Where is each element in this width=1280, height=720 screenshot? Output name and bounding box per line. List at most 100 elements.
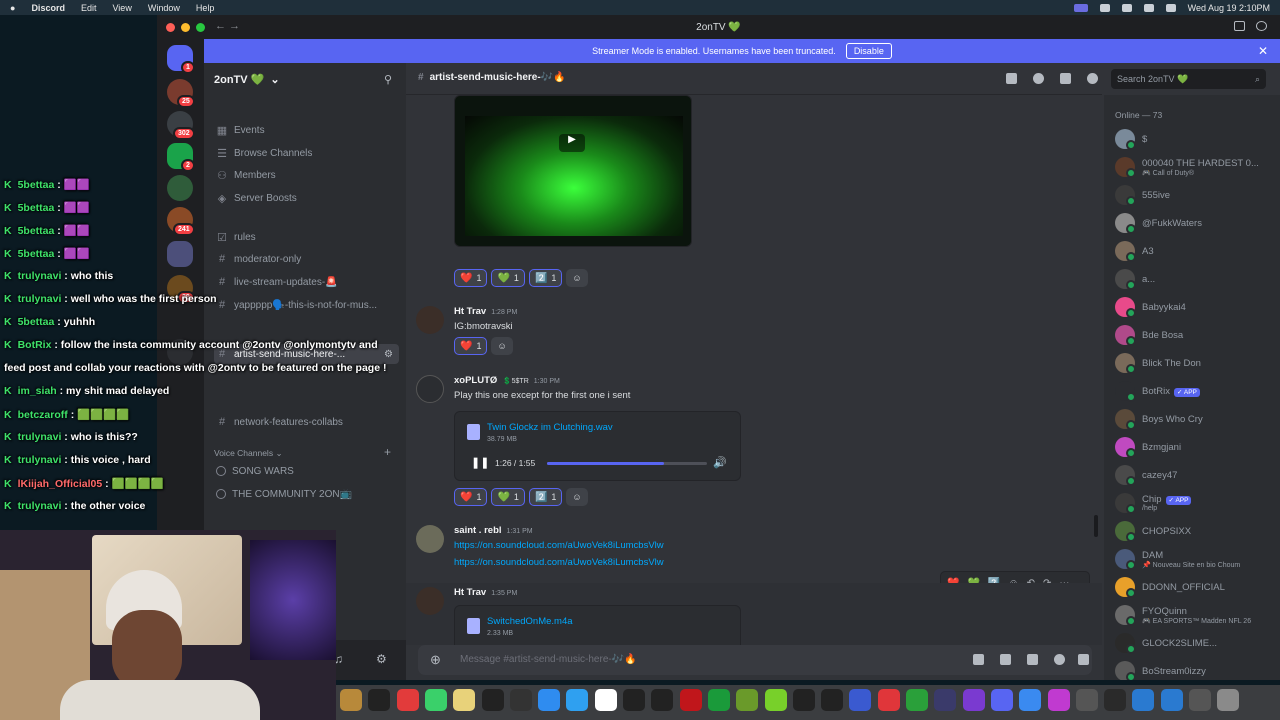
dock-app-icon[interactable] (707, 689, 730, 711)
dock-app-icon[interactable] (764, 689, 787, 711)
dock-app-icon[interactable] (679, 689, 702, 711)
dock-app-icon[interactable] (509, 689, 532, 711)
dock-app-icon[interactable] (1104, 689, 1127, 711)
dock-app-icon[interactable] (1019, 689, 1042, 711)
dock-app-icon[interactable] (1047, 689, 1070, 711)
dock-app-icon[interactable] (623, 689, 645, 711)
member-item[interactable]: @FukkWaters (1115, 210, 1280, 236)
control-icon[interactable] (1121, 3, 1132, 12)
member-item[interactable]: CHOPSIXX (1115, 518, 1280, 544)
member-item[interactable]: FYOQuinn 🎮 EA SPORTS™ Madden NFL 26 (1115, 602, 1280, 628)
member-item[interactable]: Bde Bosa (1115, 322, 1280, 348)
member-list-icon[interactable] (1087, 73, 1098, 84)
dock-app-icon[interactable] (368, 689, 391, 711)
pin-icon[interactable] (1060, 73, 1071, 84)
dock-app-icon[interactable] (1217, 689, 1240, 711)
reaction-green-heart[interactable]: 💚 1 (491, 488, 525, 506)
member-item[interactable]: GLOCK2SLIME... (1115, 630, 1280, 656)
apps-icon[interactable] (1078, 654, 1089, 665)
message-composer[interactable]: ⊕ Message #artist-send-music-here-🎶🔥 (418, 645, 1092, 675)
pause-button[interactable]: ❚❚ (471, 456, 489, 469)
dock-app-icon[interactable] (1189, 689, 1211, 711)
close-icon[interactable]: ✕ (1258, 44, 1268, 58)
notification-bell-icon[interactable] (1033, 73, 1044, 84)
file-name[interactable]: SwitchedOnMe.m4a (487, 616, 573, 627)
dock-app-icon[interactable] (424, 689, 447, 711)
add-reaction-button[interactable]: ☺ (566, 488, 588, 506)
member-item[interactable]: cazey47 (1115, 462, 1280, 488)
menu-app[interactable]: Discord (31, 3, 65, 13)
dock-app-icon[interactable] (906, 689, 928, 711)
dock-app-icon[interactable] (651, 689, 674, 711)
menu-edit[interactable]: Edit (81, 3, 97, 13)
status-icon[interactable] (1099, 3, 1110, 12)
member-item[interactable]: BoStream0izzy (1115, 658, 1280, 680)
menu-view[interactable]: View (112, 3, 131, 13)
member-item[interactable]: Babyykai4 (1115, 294, 1280, 320)
reaction-two[interactable]: 2️⃣ 1 (528, 269, 563, 287)
dock-app-icon[interactable] (481, 689, 504, 711)
dock-app-icon[interactable] (934, 689, 957, 711)
play-icon[interactable]: ▶ (559, 134, 585, 152)
message-link[interactable]: https://on.soundcloud.com/aUwoVek8iLumcb… (454, 557, 664, 568)
dock-app-icon[interactable] (877, 689, 900, 711)
member-item[interactable]: 000040 THE HARDEST 0... 🎮 Call of Duty® (1115, 154, 1280, 180)
add-reaction-button[interactable]: ☺ (566, 269, 588, 287)
add-reaction-button[interactable]: ☺ (491, 337, 513, 355)
dock-app-icon[interactable] (849, 689, 872, 711)
member-item[interactable]: $ (1115, 126, 1280, 152)
dock-app-icon[interactable] (538, 689, 561, 711)
dock-app-icon[interactable] (736, 689, 759, 711)
server-name[interactable]: 2onTV 💚 ⌄ (214, 73, 280, 86)
gear-icon[interactable]: ⚙ (376, 652, 387, 666)
screen-share-icon[interactable] (1073, 3, 1088, 12)
search-input[interactable]: Search 2onTV 💚 ⌕ (1111, 69, 1266, 89)
menubar-clock[interactable]: Wed Aug 19 2:10PM (1188, 3, 1270, 13)
message-author[interactable]: saint . rebl (454, 525, 502, 536)
reaction-two[interactable]: 2️⃣ 1 (528, 488, 563, 506)
dock-app-icon[interactable] (792, 689, 815, 711)
dock-app-icon[interactable] (396, 689, 419, 711)
member-item[interactable]: A3 (1115, 238, 1280, 264)
emoji-icon[interactable] (1054, 654, 1065, 665)
gif-icon[interactable] (1000, 654, 1011, 665)
inbox-icon[interactable] (1234, 21, 1245, 31)
dock-app-icon[interactable] (340, 689, 362, 711)
member-item[interactable]: a... (1115, 266, 1280, 292)
member-item[interactable]: 555ive (1115, 182, 1280, 208)
search-icon[interactable] (1165, 3, 1176, 12)
member-item[interactable]: Boys Who Cry (1115, 406, 1280, 432)
dock-app-icon[interactable] (1132, 689, 1155, 711)
dock-app-icon[interactable] (962, 689, 985, 711)
threads-icon[interactable] (1006, 73, 1017, 84)
member-item[interactable]: DAM 📌 Nouveau Site en bio Choum (1115, 546, 1280, 572)
member-item[interactable]: Chip ✓ APP/help (1115, 490, 1280, 516)
member-item[interactable]: DDONN_OFFICIAL (1115, 574, 1280, 600)
avatar[interactable] (416, 587, 444, 615)
apple-icon[interactable]: ● (10, 3, 15, 13)
sticker-icon[interactable] (1027, 654, 1038, 665)
volume-icon[interactable]: 🔊 (713, 456, 727, 469)
reaction-green-heart[interactable]: 💚 1 (491, 269, 525, 287)
member-item[interactable]: Bzmgjani (1115, 434, 1280, 460)
add-member-icon[interactable]: ⚲ (384, 73, 392, 86)
dock-app-icon[interactable] (1160, 689, 1183, 711)
message-author[interactable]: Ht Trav (454, 587, 486, 598)
reaction-heart[interactable]: ❤️ 1 (454, 488, 488, 506)
dock-app-icon[interactable] (821, 689, 844, 711)
message-author[interactable]: Ht Trav (454, 306, 486, 317)
sidebar-item-events[interactable]: ▦ Events (214, 120, 399, 140)
reaction-heart[interactable]: ❤️ 1 (454, 337, 488, 355)
disable-streamer-mode-button[interactable]: Disable (845, 43, 892, 59)
video-embed[interactable]: ▶ (454, 95, 692, 247)
dock-app-icon[interactable] (594, 689, 617, 711)
dock-app-icon[interactable] (990, 689, 1013, 711)
member-item[interactable]: BotRix ✓ APP (1115, 378, 1280, 404)
wifi-icon[interactable] (1143, 3, 1154, 12)
message-author[interactable]: xoPLUTØ (454, 375, 497, 386)
scrollbar[interactable] (1094, 515, 1098, 537)
menu-window[interactable]: Window (148, 3, 180, 13)
message-link[interactable]: https://on.soundcloud.com/aUwoVek8iLumcb… (454, 540, 664, 551)
reaction-heart[interactable]: ❤️ 1 (454, 269, 488, 287)
sidebar-item-browse-channels[interactable]: ☰ Browse Channels (214, 143, 399, 163)
